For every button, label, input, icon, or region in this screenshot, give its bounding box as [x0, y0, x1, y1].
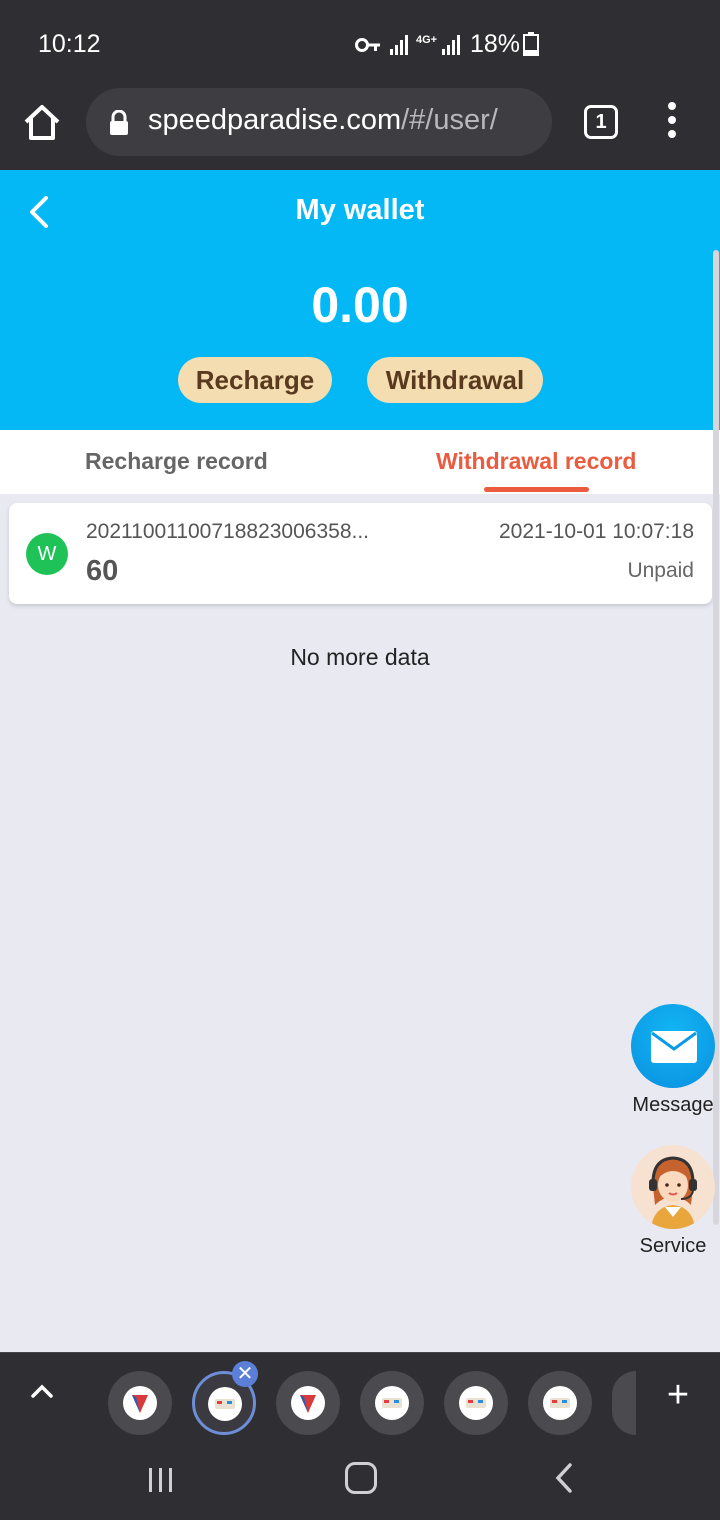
message-envelope-icon	[631, 1004, 715, 1088]
status-bar: 10:12 4G+ 18%	[0, 0, 720, 88]
signal-icon-2	[442, 35, 460, 55]
battery-icon	[523, 32, 539, 56]
service-button[interactable]: Service	[628, 1145, 718, 1258]
browser-tab-strip: ✕ +	[0, 1352, 720, 1438]
tab-thumbnail-partial[interactable]	[612, 1371, 636, 1435]
network-type: 4G+	[416, 34, 438, 46]
message-button[interactable]: Message	[628, 1004, 718, 1117]
signal-icon	[390, 35, 408, 55]
tab-recharge-record[interactable]: Recharge record	[85, 448, 268, 475]
lock-icon	[110, 110, 128, 135]
record-tabs: Recharge record Withdrawal record	[0, 430, 720, 494]
tab-thumbnail[interactable]	[276, 1371, 340, 1435]
vpn-key-icon	[355, 38, 380, 52]
chevron-up-icon[interactable]	[30, 1383, 54, 1399]
wallet-header: My wallet 0.00 Recharge Withdrawal	[0, 170, 720, 430]
wallet-balance: 0.00	[311, 277, 409, 333]
home-nav-icon[interactable]	[345, 1462, 377, 1494]
customer-service-avatar-icon	[631, 1145, 715, 1229]
page-title: My wallet	[295, 194, 425, 226]
site-favicon-icon	[291, 1386, 325, 1420]
overflow-menu-icon[interactable]	[662, 102, 682, 142]
back-nav-icon[interactable]	[554, 1462, 574, 1494]
tab-thumbnail[interactable]	[444, 1371, 508, 1435]
site-favicon-icon	[459, 1386, 493, 1420]
site-favicon-icon	[123, 1386, 157, 1420]
record-order-id: 20211001100718823006358...	[86, 520, 370, 543]
tab-count-button[interactable]: 1	[584, 105, 618, 139]
site-favicon-icon	[375, 1386, 409, 1420]
add-tab-icon[interactable]: +	[660, 1376, 696, 1414]
home-icon[interactable]	[20, 100, 64, 144]
withdrawal-badge: W	[26, 533, 68, 575]
record-date: 2021-10-01 10:07:18	[499, 520, 694, 543]
active-tab-indicator	[484, 487, 589, 492]
site-favicon-icon	[543, 1386, 577, 1420]
url-domain: speedparadise.com	[148, 104, 402, 136]
tab-thumbnail[interactable]	[360, 1371, 424, 1435]
record-amount: 60	[86, 555, 119, 587]
withdrawal-button[interactable]: Withdrawal	[367, 357, 543, 403]
recent-apps-icon[interactable]	[146, 1467, 176, 1493]
recharge-button[interactable]: Recharge	[178, 357, 332, 403]
message-label: Message	[632, 1094, 714, 1116]
list-item[interactable]: W 20211001100718823006358... 2021-10-01 …	[9, 503, 712, 604]
battery-percent: 18%	[470, 30, 521, 58]
tab-thumbnail[interactable]	[108, 1371, 172, 1435]
system-nav-bar	[0, 1438, 720, 1520]
url-bar[interactable]: speedparadise.com/#/user/	[86, 88, 552, 156]
url-path: /#/user/	[401, 104, 498, 136]
tab-thumbnail[interactable]	[528, 1371, 592, 1435]
site-favicon-icon	[208, 1387, 242, 1421]
list-end-text: No more data	[290, 644, 430, 670]
service-label: Service	[639, 1235, 707, 1257]
browser-toolbar: speedparadise.com/#/user/ 1	[0, 88, 720, 170]
status-time: 10:12	[38, 30, 101, 58]
url-text: speedparadise.com/#/user/	[148, 104, 498, 137]
record-status: Unpaid	[627, 559, 694, 582]
tab-withdrawal-record[interactable]: Withdrawal record	[436, 448, 636, 475]
close-tab-icon[interactable]: ✕	[232, 1361, 258, 1387]
